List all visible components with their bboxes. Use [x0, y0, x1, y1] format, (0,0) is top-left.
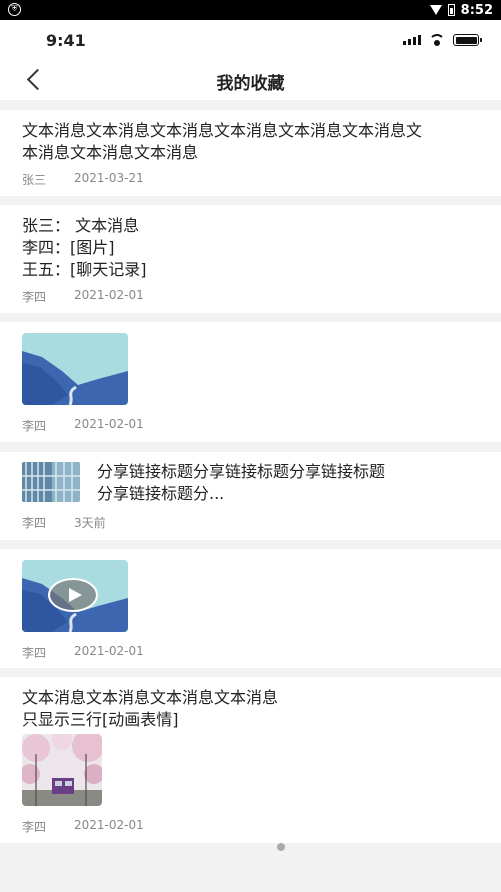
cellular-signal-icon: [403, 35, 421, 45]
item-text: 张三： 文本消息 李四：[图片] 王五：[聊天记录]: [22, 215, 147, 281]
item-text-line: 王五：[聊天记录]: [22, 260, 147, 279]
item-text-line: 张三： 文本消息: [22, 216, 140, 235]
scroll-indicator-dot: [277, 843, 285, 851]
item-text-line: 本消息文本消息文本消息: [22, 143, 199, 162]
favorite-item-link[interactable]: 分享链接标题分享链接标题分享链接标题 分享链接标题分... 李四 3天前: [0, 452, 501, 540]
item-date: 2021-02-01: [74, 644, 144, 658]
shield-icon: ⛨: [8, 3, 21, 16]
item-author: 李四: [22, 820, 47, 834]
system-status-bar: ⛨ 8:52: [0, 0, 501, 20]
item-text-line: 文本消息文本消息文本消息文本消息: [22, 688, 279, 707]
item-meta: 李四 3天前: [22, 514, 106, 531]
item-date: 2021-02-01: [74, 417, 144, 431]
video-thumbnail[interactable]: [22, 560, 128, 632]
item-meta: 李四 2021-02-01: [22, 417, 144, 434]
status-time: 9:41: [46, 31, 86, 50]
item-image-thumbnail[interactable]: [22, 333, 128, 405]
favorite-item-video[interactable]: 李四 2021-02-01: [0, 549, 501, 668]
favorite-item-text[interactable]: 文本消息文本消息文本消息文本消息文本消息文本消息文 本消息文本消息文本消息 张三…: [0, 110, 501, 196]
item-date: 2021-02-01: [74, 288, 144, 302]
item-meta: 李四 2021-02-01: [22, 818, 144, 835]
item-author: 李四: [22, 516, 47, 530]
battery-icon: [453, 34, 482, 46]
play-icon[interactable]: [48, 578, 98, 612]
favorite-item-chat-record[interactable]: 张三： 文本消息 李四：[图片] 王五：[聊天记录] 李四 2021-02-01: [0, 205, 501, 313]
animated-sticker-thumbnail[interactable]: [22, 734, 102, 806]
wifi-icon: [429, 34, 445, 46]
link-title: 分享链接标题分享链接标题分享链接标题 分享链接标题分...: [97, 461, 385, 505]
item-text-line: 分享链接标题分...: [97, 484, 225, 503]
item-author: 李四: [22, 646, 47, 660]
favorite-item-mixed[interactable]: 文本消息文本消息文本消息文本消息 只显示三行[动画表情] 李四 2021-02-…: [0, 677, 501, 843]
item-date: 3天前: [74, 516, 106, 530]
item-text-line: 只显示三行[动画表情]: [22, 710, 179, 729]
item-author: 张三: [22, 173, 47, 187]
item-author: 李四: [22, 290, 47, 304]
item-text-line: 分享链接标题分享链接标题分享链接标题: [97, 462, 386, 481]
item-meta: 张三 2021-03-21: [22, 171, 144, 188]
item-date: 2021-02-01: [74, 818, 144, 832]
favorite-item-image[interactable]: 李四 2021-02-01: [0, 322, 501, 442]
item-meta: 李四 2021-02-01: [22, 288, 144, 305]
page-title: 我的收藏: [216, 74, 285, 94]
item-text-line: 李四：[图片]: [22, 238, 115, 257]
battery-icon: [447, 4, 455, 16]
link-thumbnail: [22, 462, 80, 502]
item-text-line: 文本消息文本消息文本消息文本消息文本消息文本消息文: [22, 121, 423, 140]
item-date: 2021-03-21: [74, 171, 144, 185]
system-clock: 8:52: [460, 2, 493, 18]
wifi-signal-icon: [429, 5, 442, 15]
item-text: 文本消息文本消息文本消息文本消息文本消息文本消息文 本消息文本消息文本消息: [22, 120, 422, 164]
item-meta: 李四 2021-02-01: [22, 644, 144, 661]
item-author: 李四: [22, 419, 47, 433]
item-text: 文本消息文本消息文本消息文本消息 只显示三行[动画表情]: [22, 687, 278, 731]
navigation-bar: 我的收藏: [0, 60, 501, 100]
status-bar: 9:41: [0, 20, 501, 60]
